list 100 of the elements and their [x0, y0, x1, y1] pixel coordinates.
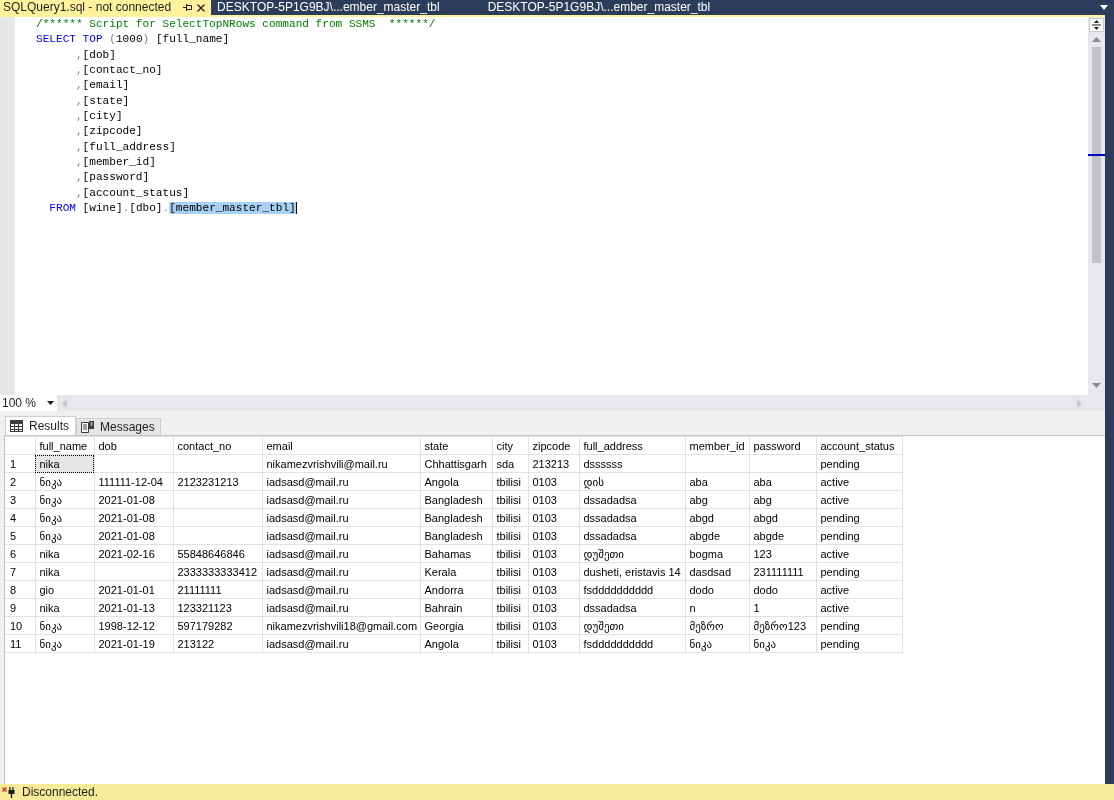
split-icon	[1092, 20, 1101, 30]
pin-icon[interactable]	[183, 3, 193, 12]
column-header[interactable]: account_status	[816, 436, 902, 455]
column-header[interactable]: member_id	[685, 436, 749, 455]
row-header[interactable]: 11	[5, 634, 35, 653]
table-cell: 1	[749, 598, 816, 617]
column-header[interactable]: zipcode	[528, 436, 579, 455]
table-cell: dssadadsa	[579, 526, 685, 545]
column-header[interactable]: password	[749, 436, 816, 455]
table-cell: iadsasd@mail.ru	[262, 544, 420, 563]
document-tab[interactable]: DESKTOP-5P1G9BJ\...ember_master_tbl	[216, 0, 482, 15]
table-cell: 111111-12-04	[94, 472, 173, 491]
results-grid[interactable]	[4, 435, 1105, 784]
table-cell: 0103	[528, 508, 579, 527]
splitter-button[interactable]	[1089, 18, 1104, 32]
caret-position-marker	[1088, 154, 1105, 156]
table-cell: ნიკა	[685, 634, 749, 653]
column-header[interactable]: state	[420, 436, 492, 455]
table-cell: 2021-01-08	[94, 508, 173, 527]
status-text: Disconnected.	[22, 784, 99, 800]
table-cell: 2021-02-16	[94, 544, 173, 563]
caret-icon[interactable]	[1100, 5, 1108, 10]
table-cell: tbilisi	[492, 526, 528, 545]
results-tab[interactable]: Messages	[76, 418, 161, 435]
table-cell: 213213	[528, 454, 579, 473]
document-tab[interactable]: SQLQuery1.sql - not connected	[0, 0, 212, 15]
table-cell: Bangladesh	[420, 490, 492, 509]
column-header[interactable]: dob	[94, 436, 173, 455]
table-cell: ნიკა	[35, 634, 94, 653]
table-cell: tbilisi	[492, 580, 528, 599]
table-cell: 0103	[528, 616, 579, 635]
scrollbar-thumb[interactable]	[1092, 47, 1101, 263]
row-header[interactable]: 3	[5, 490, 35, 509]
table-cell: tbilisi	[492, 472, 528, 491]
down-arrow-icon[interactable]	[1092, 383, 1101, 388]
table-cell: Bahamas	[420, 544, 492, 563]
code-line: ,[dob]	[74, 47, 116, 63]
table-cell: tbilisi	[492, 616, 528, 635]
table-cell: ნიკა	[35, 508, 94, 527]
up-arrow-icon[interactable]	[1092, 37, 1101, 42]
table-cell: sda	[492, 454, 528, 473]
column-header[interactable]: city	[492, 436, 528, 455]
table-cell: iadsasd@mail.ru	[262, 526, 420, 545]
row-header[interactable]: 2	[5, 472, 35, 491]
column-header[interactable]: full_address	[579, 436, 685, 455]
table-cell: 2123231213	[173, 472, 262, 491]
table-cell: მეზრო123	[749, 616, 816, 635]
column-header[interactable]: contact_no	[173, 436, 262, 455]
code-line: ,[account_status]	[74, 185, 190, 201]
table-cell: tbilisi	[492, 562, 528, 581]
table-cell: Bangladesh	[420, 508, 492, 527]
code-line: ,[zipcode]	[74, 124, 143, 140]
table-cell: active	[816, 598, 902, 617]
table-cell: 0103	[528, 472, 579, 491]
table-cell: 0103	[528, 580, 579, 599]
table-cell: 213122	[173, 634, 262, 653]
row-header[interactable]: 8	[5, 580, 35, 599]
table-cell: Angola	[420, 634, 492, 653]
table-cell: tbilisi	[492, 634, 528, 653]
close-icon[interactable]	[197, 3, 206, 12]
table-cell: iadsasd@mail.ru	[262, 598, 420, 617]
row-header[interactable]: 4	[5, 508, 35, 527]
document-tab[interactable]: DESKTOP-5P1G9BJ\...ember_master_tbl	[486, 0, 753, 15]
table-cell: 21111111	[173, 580, 262, 599]
table-cell: dasdsad	[685, 562, 749, 581]
table-cell: fsdddddddddd	[579, 634, 685, 653]
column-header[interactable]: email	[262, 436, 420, 455]
row-header[interactable]: 9	[5, 598, 35, 617]
code-line: ,[full_address]	[74, 139, 176, 155]
table-cell: nika	[35, 562, 94, 581]
table-cell: 2333333333412	[173, 562, 262, 581]
results-tab[interactable]: Results	[5, 416, 76, 435]
table-cell: bogma	[685, 544, 749, 563]
column-header[interactable]: full_name	[35, 436, 94, 455]
row-header[interactable]: 5	[5, 526, 35, 545]
table-cell: iadsasd@mail.ru	[262, 490, 420, 509]
table-cell: tbilisi	[492, 598, 528, 617]
table-cell: 55848646846	[173, 544, 262, 563]
unplugged-icon	[2, 786, 16, 798]
table-cell: aba	[685, 472, 749, 491]
table-cell: 2021-01-13	[94, 598, 173, 617]
table-cell: ნიკა	[35, 490, 94, 509]
table-cell: 123321123	[173, 598, 262, 617]
table-cell: Andorra	[420, 580, 492, 599]
table-cell: 0103	[528, 490, 579, 509]
table-cell: abgde	[749, 526, 816, 545]
table-cell: pending	[816, 616, 902, 635]
vertical-scrollbar[interactable]	[1088, 17, 1105, 395]
row-header[interactable]: 7	[5, 562, 35, 581]
table-cell: ნიკა	[35, 526, 94, 545]
code-line: ,[contact_no]	[74, 63, 163, 78]
table-cell: დუშეთი	[579, 616, 685, 635]
caret-icon[interactable]	[47, 401, 54, 405]
row-header[interactable]: 6	[5, 544, 35, 563]
table-cell: iadsasd@mail.ru	[262, 562, 420, 581]
table-cell: 123	[749, 544, 816, 563]
table-cell: abg	[685, 490, 749, 509]
table-cell: tbilisi	[492, 544, 528, 563]
row-header[interactable]: 10	[5, 616, 35, 635]
zoom-dropdown[interactable]: 100 %	[0, 395, 57, 411]
